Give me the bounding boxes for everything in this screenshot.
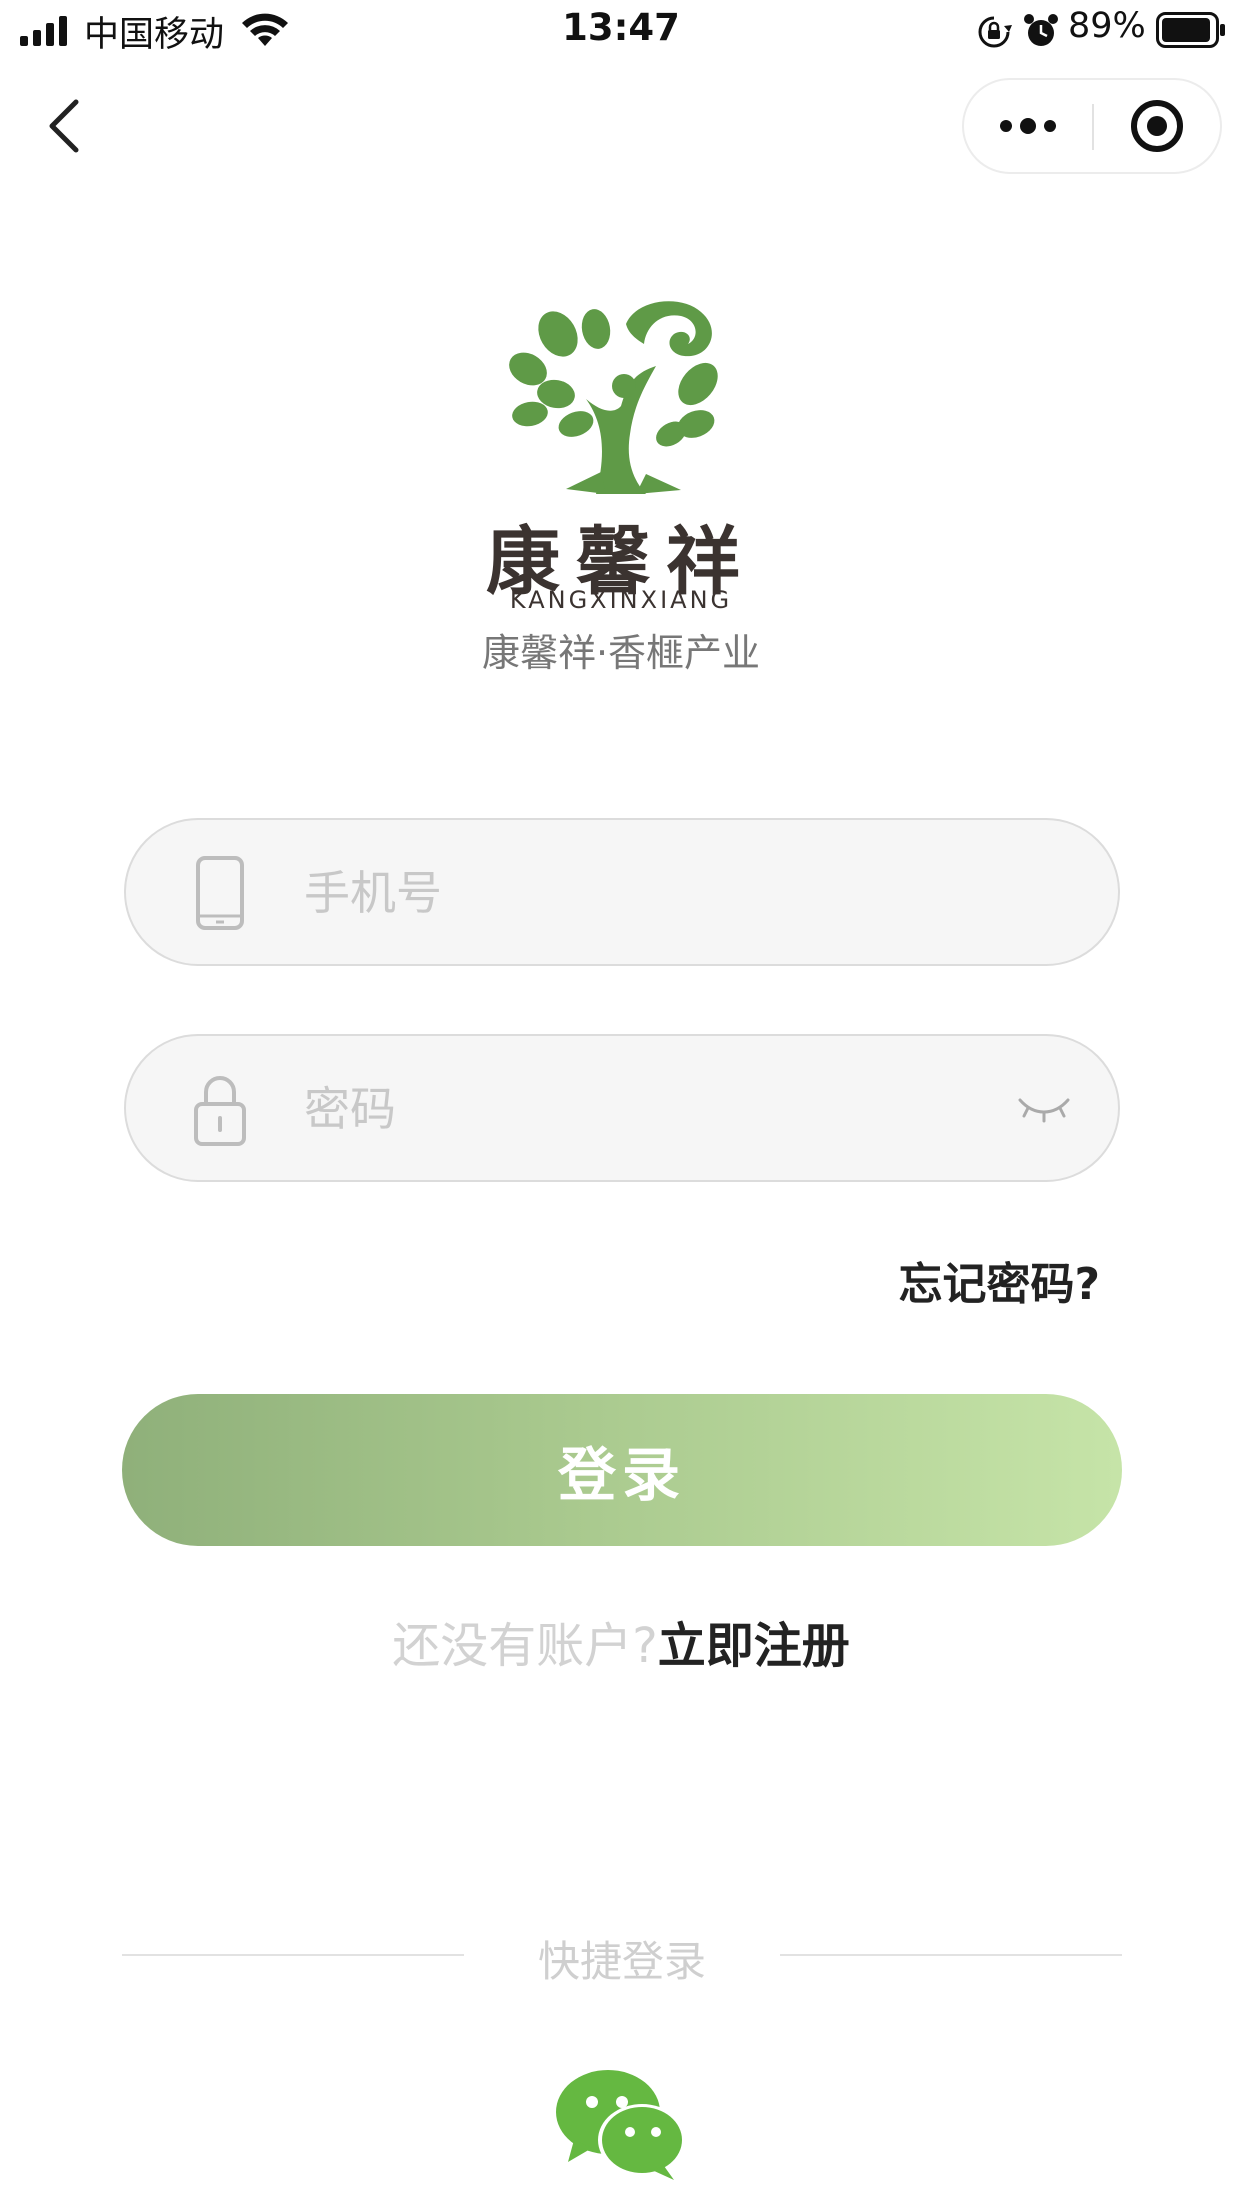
divider-left	[122, 1954, 464, 1956]
battery-icon	[1156, 12, 1225, 48]
register-link[interactable]: 立即注册	[658, 1618, 850, 1674]
divider-right	[780, 1954, 1122, 1956]
quick-login-label: 快捷登录	[537, 1937, 706, 1986]
alarm-icon	[1024, 14, 1058, 46]
eye-closed-icon[interactable]	[1014, 1088, 1074, 1128]
brand-subtitle: 康馨祥·香榧产业	[481, 631, 761, 675]
rotation-lock-icon	[978, 16, 1012, 48]
login-button[interactable]: 登录	[122, 1394, 1122, 1546]
password-field	[124, 1034, 1120, 1182]
logo-tree-icon	[509, 301, 718, 494]
miniprogram-capsule	[962, 78, 1222, 174]
register-prompt: 还没有账户?	[392, 1618, 658, 1674]
register-row: 还没有账户?立即注册	[0, 1606, 1242, 1676]
lock-icon	[194, 1076, 246, 1146]
target-close-icon	[1131, 100, 1183, 152]
forgot-password-link[interactable]: 忘记密码?	[800, 1248, 1100, 1312]
more-button[interactable]	[964, 80, 1092, 172]
phone-field	[124, 818, 1120, 966]
brand-pinyin: KANGXINXIANG	[509, 586, 733, 614]
phone-input[interactable]	[302, 856, 926, 930]
status-bar: 中国移动 13:47 89%	[0, 0, 1242, 62]
phone-icon	[196, 856, 244, 930]
password-input[interactable]	[302, 1072, 926, 1146]
battery-percent: 89%	[1068, 6, 1146, 46]
wechat-icon[interactable]	[556, 2070, 686, 2182]
more-dots-icon	[1000, 118, 1056, 134]
back-button[interactable]	[40, 96, 90, 156]
close-miniprogram-button[interactable]	[1094, 80, 1220, 172]
